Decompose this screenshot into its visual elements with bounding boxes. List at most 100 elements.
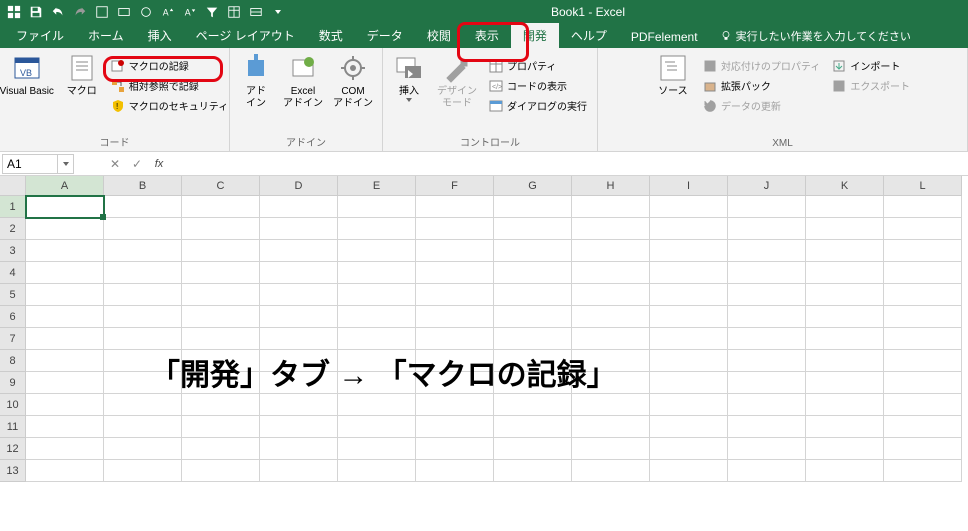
- cell-G11[interactable]: [494, 416, 572, 438]
- cell-K6[interactable]: [806, 306, 884, 328]
- cell-E9[interactable]: [338, 372, 416, 394]
- cell-D2[interactable]: [260, 218, 338, 240]
- row-header-3[interactable]: 3: [0, 240, 26, 262]
- col-header-L[interactable]: L: [884, 176, 962, 196]
- cell-G5[interactable]: [494, 284, 572, 306]
- cell-F1[interactable]: [416, 196, 494, 218]
- cell-B13[interactable]: [104, 460, 182, 482]
- cell-I8[interactable]: [650, 350, 728, 372]
- macro-security-button[interactable]: ! マクロのセキュリティ: [107, 96, 232, 115]
- cell-D9[interactable]: [260, 372, 338, 394]
- save-icon[interactable]: [26, 2, 46, 22]
- cell-K12[interactable]: [806, 438, 884, 460]
- cell-C2[interactable]: [182, 218, 260, 240]
- cell-A5[interactable]: [26, 284, 104, 306]
- col-header-D[interactable]: D: [260, 176, 338, 196]
- tab-pagelayout[interactable]: ページ レイアウト: [184, 23, 307, 48]
- cell-K2[interactable]: [806, 218, 884, 240]
- cancel-formula-button[interactable]: ✕: [104, 154, 126, 174]
- cell-G13[interactable]: [494, 460, 572, 482]
- cell-I6[interactable]: [650, 306, 728, 328]
- cell-I3[interactable]: [650, 240, 728, 262]
- cell-E6[interactable]: [338, 306, 416, 328]
- cell-B7[interactable]: [104, 328, 182, 350]
- cell-L8[interactable]: [884, 350, 962, 372]
- col-header-G[interactable]: G: [494, 176, 572, 196]
- cell-L4[interactable]: [884, 262, 962, 284]
- cell-F11[interactable]: [416, 416, 494, 438]
- undo-icon[interactable]: [48, 2, 68, 22]
- cell-L2[interactable]: [884, 218, 962, 240]
- cell-A12[interactable]: [26, 438, 104, 460]
- cell-L12[interactable]: [884, 438, 962, 460]
- cell-E1[interactable]: [338, 196, 416, 218]
- cell-C13[interactable]: [182, 460, 260, 482]
- cell-G1[interactable]: [494, 196, 572, 218]
- formula-input[interactable]: [170, 154, 968, 174]
- cell-G8[interactable]: [494, 350, 572, 372]
- cell-G7[interactable]: [494, 328, 572, 350]
- cell-L11[interactable]: [884, 416, 962, 438]
- font-size-down-icon[interactable]: A: [180, 2, 200, 22]
- cell-C8[interactable]: [182, 350, 260, 372]
- qat-generic-icon[interactable]: [246, 2, 266, 22]
- cell-J8[interactable]: [728, 350, 806, 372]
- export-button[interactable]: エクスポート: [828, 76, 914, 95]
- cell-L7[interactable]: [884, 328, 962, 350]
- cell-G2[interactable]: [494, 218, 572, 240]
- tell-me-search[interactable]: 実行したい作業を入力してください: [710, 24, 921, 48]
- cell-D7[interactable]: [260, 328, 338, 350]
- cell-L10[interactable]: [884, 394, 962, 416]
- cell-J7[interactable]: [728, 328, 806, 350]
- col-header-K[interactable]: K: [806, 176, 884, 196]
- cell-B2[interactable]: [104, 218, 182, 240]
- cell-G3[interactable]: [494, 240, 572, 262]
- cell-E8[interactable]: [338, 350, 416, 372]
- qat-generic-icon[interactable]: [92, 2, 112, 22]
- cell-I13[interactable]: [650, 460, 728, 482]
- tab-insert[interactable]: 挿入: [136, 23, 184, 48]
- cell-B11[interactable]: [104, 416, 182, 438]
- cell-I2[interactable]: [650, 218, 728, 240]
- cell-G6[interactable]: [494, 306, 572, 328]
- cell-E4[interactable]: [338, 262, 416, 284]
- cell-B12[interactable]: [104, 438, 182, 460]
- cell-G10[interactable]: [494, 394, 572, 416]
- cell-K1[interactable]: [806, 196, 884, 218]
- cell-I9[interactable]: [650, 372, 728, 394]
- filter-icon[interactable]: [202, 2, 222, 22]
- tab-data[interactable]: データ: [355, 23, 415, 48]
- accept-formula-button[interactable]: ✓: [126, 154, 148, 174]
- cell-A11[interactable]: [26, 416, 104, 438]
- cell-D13[interactable]: [260, 460, 338, 482]
- cell-F13[interactable]: [416, 460, 494, 482]
- cell-E12[interactable]: [338, 438, 416, 460]
- fx-button[interactable]: fx: [148, 154, 170, 174]
- cell-J11[interactable]: [728, 416, 806, 438]
- record-macro-button[interactable]: マクロの記録: [107, 56, 232, 75]
- cell-A1[interactable]: [26, 196, 104, 218]
- cell-K9[interactable]: [806, 372, 884, 394]
- row-header-4[interactable]: 4: [0, 262, 26, 284]
- table-icon[interactable]: [224, 2, 244, 22]
- cell-C9[interactable]: [182, 372, 260, 394]
- cell-F6[interactable]: [416, 306, 494, 328]
- tab-pdfelement[interactable]: PDFelement: [619, 26, 710, 48]
- row-header-12[interactable]: 12: [0, 438, 26, 460]
- row-header-5[interactable]: 5: [0, 284, 26, 306]
- cell-D10[interactable]: [260, 394, 338, 416]
- qat-generic-icon[interactable]: [136, 2, 156, 22]
- row-header-1[interactable]: 1: [0, 196, 26, 218]
- cell-H9[interactable]: [572, 372, 650, 394]
- cell-K13[interactable]: [806, 460, 884, 482]
- cell-A10[interactable]: [26, 394, 104, 416]
- cell-K3[interactable]: [806, 240, 884, 262]
- cell-K7[interactable]: [806, 328, 884, 350]
- cell-A6[interactable]: [26, 306, 104, 328]
- cell-I11[interactable]: [650, 416, 728, 438]
- qat-dropdown-icon[interactable]: [268, 2, 288, 22]
- cell-I10[interactable]: [650, 394, 728, 416]
- cell-H11[interactable]: [572, 416, 650, 438]
- cell-H1[interactable]: [572, 196, 650, 218]
- tab-file[interactable]: ファイル: [4, 23, 76, 48]
